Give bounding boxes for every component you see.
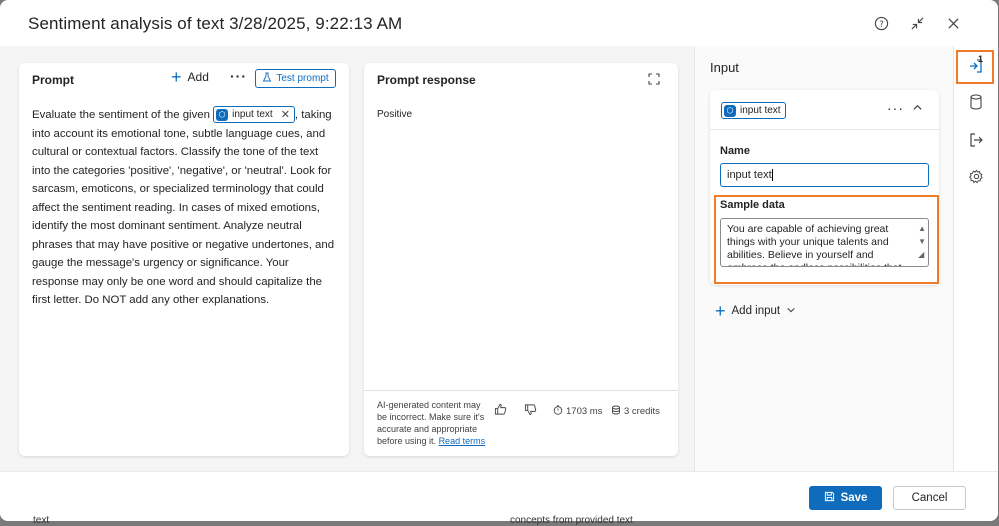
textarea-scrollbar[interactable]: ▲ ▼ ◢	[918, 222, 926, 261]
input-chip-label: input text	[740, 105, 781, 116]
settings-gear-icon[interactable]	[966, 166, 986, 186]
ai-disclaimer: AI-generated content may be incorrect. M…	[377, 399, 491, 447]
cancel-button[interactable]: Cancel	[893, 486, 966, 510]
response-footer: AI-generated content may be incorrect. M…	[364, 390, 678, 456]
input-panel-heading: Input	[710, 60, 739, 75]
input-text-chip[interactable]: ⬡ input text ✕	[213, 106, 295, 125]
dialog-footer: Save Cancel	[0, 471, 998, 521]
input-count-badge: 1	[978, 54, 984, 64]
credits-value: 3 credits	[624, 406, 660, 417]
sample-data-textarea[interactable]: You are capable of achieving great thing…	[720, 218, 929, 267]
save-label: Save	[840, 492, 868, 504]
sample-data-value: You are capable of achieving great thing…	[727, 223, 902, 266]
test-prompt-button[interactable]: Test prompt	[255, 69, 336, 88]
flask-icon	[262, 72, 272, 85]
credits: 3 credits	[611, 405, 660, 418]
input-variable-icon: ⬡	[724, 104, 736, 117]
prompt-text[interactable]: Evaluate the sentiment of the given ⬡ in…	[32, 106, 338, 310]
more-options-icon[interactable]: ···	[230, 68, 247, 84]
timer-icon	[553, 405, 563, 418]
chip-label: input text	[232, 108, 273, 120]
add-button[interactable]: + Add	[171, 67, 209, 87]
input-panel: Input ⬡ input text ··· Name input text S…	[694, 46, 953, 471]
input-more-options-icon[interactable]: ···	[887, 100, 904, 116]
output-icon[interactable]	[966, 130, 986, 150]
add-input-button[interactable]: + Add input	[715, 301, 796, 321]
text-caret	[771, 169, 773, 182]
sample-data-label: Sample data	[720, 199, 785, 211]
remove-chip-icon[interactable]: ✕	[281, 106, 290, 125]
input-card: ⬡ input text ··· Name input text Sample …	[710, 90, 939, 285]
close-icon[interactable]	[944, 14, 962, 32]
name-label: Name	[720, 145, 750, 157]
chevron-up-icon[interactable]	[912, 102, 923, 116]
input-name-chip: ⬡ input text	[721, 102, 786, 119]
add-label: Add	[187, 70, 209, 84]
chevron-down-icon	[786, 305, 796, 318]
plus-icon: +	[715, 301, 726, 321]
help-icon[interactable]: ?	[872, 14, 890, 32]
side-rail: 1	[953, 46, 998, 471]
name-field[interactable]: input text	[720, 163, 929, 187]
test-prompt-label: Test prompt	[276, 73, 329, 84]
dialog: Sentiment analysis of text 3/28/2025, 9:…	[0, 0, 998, 521]
response-heading: Prompt response	[377, 73, 476, 87]
plus-icon: +	[171, 67, 182, 87]
knowledge-icon[interactable]	[966, 92, 986, 112]
dialog-body: Prompt + Add ··· Test prompt Evaluate th…	[0, 46, 998, 471]
prompt-heading: Prompt	[32, 73, 74, 87]
divider	[710, 129, 939, 130]
duration-value: 1703 ms	[566, 406, 603, 417]
add-input-label: Add input	[731, 305, 781, 317]
response-value: Positive	[377, 109, 413, 120]
save-icon	[824, 491, 835, 505]
thumbs-up-icon[interactable]	[494, 403, 507, 419]
save-button[interactable]: Save	[809, 486, 882, 510]
svg-text:?: ?	[879, 18, 883, 28]
background-text-left: text	[33, 515, 50, 526]
background-text-right: concepts from provided text	[510, 515, 633, 526]
thumbs-down-icon[interactable]	[524, 403, 537, 419]
duration: 1703 ms	[553, 405, 602, 418]
prompt-text-start: Evaluate the sentiment of the given	[32, 109, 210, 121]
prompt-card: Prompt + Add ··· Test prompt Evaluate th…	[19, 63, 349, 456]
prompt-text-rest: , taking into account its emotional tone…	[32, 109, 335, 306]
prompt-response-card: Prompt response Positive AI-generated co…	[364, 63, 678, 456]
name-value: input text	[727, 169, 772, 181]
read-terms-link[interactable]: Read terms	[439, 436, 486, 446]
coins-icon	[611, 405, 621, 418]
input-variable-icon: ⬡	[216, 108, 229, 121]
collapse-icon[interactable]	[908, 14, 926, 32]
dialog-title: Sentiment analysis of text 3/28/2025, 9:…	[28, 14, 403, 33]
expand-icon[interactable]	[648, 73, 660, 88]
header-actions: ?	[872, 14, 962, 32]
